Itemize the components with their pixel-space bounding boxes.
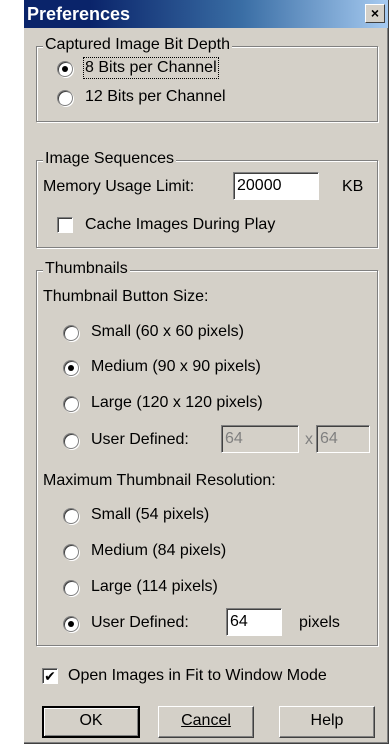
button-size-label: Thumbnail Button Size: [43, 288, 209, 305]
label-12-bits[interactable]: 12 Bits per Channel [85, 88, 226, 106]
window-title: Preferences [27, 4, 131, 24]
cancel-button-label: Cancel [181, 712, 231, 729]
label-res-user[interactable]: User Defined: [91, 614, 189, 632]
label-res-small[interactable]: Small (54 pixels) [91, 506, 209, 524]
thumbnails-legend: Thumbnails [43, 260, 130, 278]
radio-res-large[interactable] [63, 580, 79, 596]
fit-window-label[interactable]: Open Images in Fit to Window Mode [68, 667, 327, 685]
preferences-dialog: Preferences × Captured Image Bit Depth 8… [24, 0, 389, 744]
user-resolution-input[interactable]: 64 [226, 608, 282, 636]
checkmark-icon: ✔ [44, 668, 56, 684]
help-button-label: Help [310, 712, 344, 729]
image-sequences-legend: Image Sequences [43, 150, 176, 168]
radio-8-bits[interactable] [57, 61, 73, 77]
label-8-bits[interactable]: 8 Bits per Channel [83, 57, 219, 79]
cache-images-checkbox[interactable] [57, 217, 73, 233]
cache-images-label[interactable]: Cache Images During Play [85, 216, 275, 234]
title-bar[interactable]: Preferences × [24, 0, 388, 28]
radio-res-medium[interactable] [63, 544, 79, 560]
fit-window-checkbox[interactable]: ✔ [42, 668, 58, 684]
ok-button-label: OK [79, 712, 103, 729]
times-symbol: x [305, 431, 313, 448]
radio-size-medium[interactable] [63, 360, 79, 376]
memory-unit: KB [342, 178, 364, 195]
user-height-input[interactable]: 64 [316, 425, 370, 453]
bit-depth-group: Captured Image Bit Depth 8 Bits per Chan… [36, 36, 378, 122]
user-width-input[interactable]: 64 [221, 425, 299, 453]
radio-12-bits[interactable] [57, 90, 73, 106]
resolution-unit: pixels [299, 614, 340, 631]
radio-size-user[interactable] [63, 433, 79, 449]
memory-limit-input[interactable]: 20000 [233, 172, 319, 200]
resolution-label: Maximum Thumbnail Resolution: [43, 472, 276, 489]
label-size-small[interactable]: Small (60 x 60 pixels) [91, 323, 244, 341]
memory-limit-label: Memory Usage Limit: [43, 178, 195, 195]
cancel-button[interactable]: Cancel [158, 706, 254, 738]
radio-size-large[interactable] [63, 396, 79, 412]
close-button[interactable]: × [365, 4, 385, 23]
ok-button[interactable]: OK [42, 706, 140, 738]
label-size-user[interactable]: User Defined: [91, 431, 189, 449]
radio-res-user[interactable] [63, 616, 79, 632]
radio-size-small[interactable] [63, 325, 79, 341]
label-res-medium[interactable]: Medium (84 pixels) [91, 542, 226, 560]
radio-res-small[interactable] [63, 508, 79, 524]
close-icon: × [370, 5, 380, 21]
label-size-large[interactable]: Large (120 x 120 pixels) [91, 394, 263, 412]
image-sequences-group: Image Sequences Memory Usage Limit: 2000… [36, 150, 378, 248]
label-res-large[interactable]: Large (114 pixels) [91, 578, 218, 596]
help-button[interactable]: Help [279, 706, 375, 738]
thumbnails-group: Thumbnails Thumbnail Button Size: Small … [36, 260, 378, 646]
label-size-medium[interactable]: Medium (90 x 90 pixels) [91, 358, 261, 376]
bit-depth-legend: Captured Image Bit Depth [43, 36, 232, 54]
